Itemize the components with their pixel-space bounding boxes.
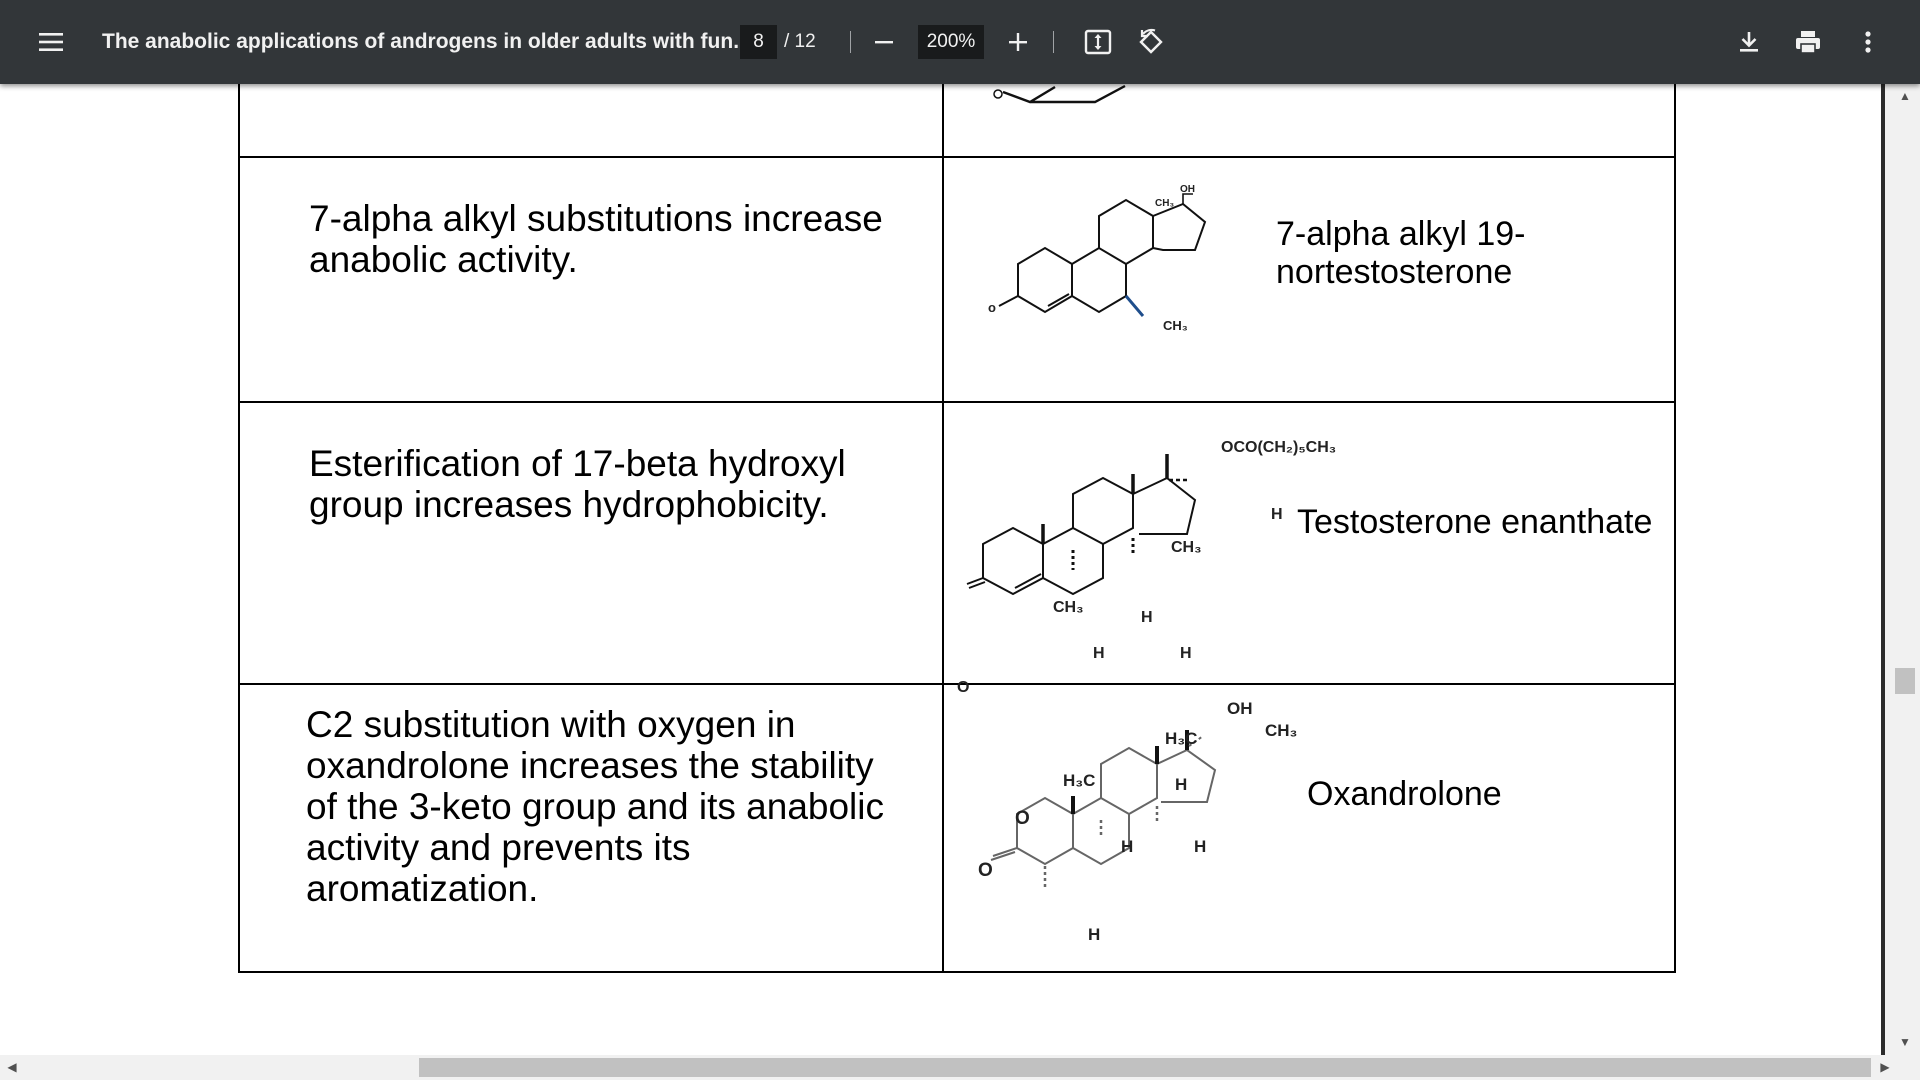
row-3-h-label-3: H (1194, 837, 1206, 856)
page-total: / 12 (784, 31, 816, 52)
row-2-h-label-4: H (1180, 645, 1192, 662)
zoom-input[interactable] (918, 25, 984, 59)
row-1-label: 7-alpha alkyl 19-nortestosterone (1276, 215, 1526, 291)
toolbar-divider (850, 31, 851, 53)
pdf-toolbar: The anabolic applications of androgens i… (0, 0, 1920, 84)
row-2-oxygen: O (957, 679, 969, 696)
row-2-description: Esterification of 17-beta hydroxyl group… (309, 443, 846, 525)
row-3-structure: OH H₃C CH₃ H₃C H H H H O O (978, 699, 1297, 944)
minus-icon (875, 41, 893, 44)
vertical-scroll-thumb[interactable] (1895, 668, 1915, 694)
pdf-page-viewer[interactable]: 7-alpha alkyl substitutions increase ana… (0, 84, 1881, 1055)
row-2-ch3-label: CH₃ (1171, 539, 1202, 556)
row-1-description: 7-alpha alkyl substitutions increase ana… (309, 198, 883, 280)
page-number-input[interactable] (740, 25, 777, 59)
plus-icon (1009, 33, 1027, 51)
document-title: The anabolic applications of androgens i… (102, 30, 751, 53)
row-3-description: C2 substitution with oxygen in oxandrolo… (306, 704, 884, 909)
fit-to-page-button[interactable] (1077, 21, 1119, 63)
menu-icon[interactable] (30, 21, 72, 63)
table-border-left (238, 84, 240, 973)
rotate-button[interactable] (1130, 21, 1172, 63)
row-3-h-label-4: H (1088, 925, 1100, 944)
row-3-label: Oxandrolone (1307, 775, 1502, 813)
row-2-ester-label: OCO(CH₂)₅CH₃ (1221, 439, 1336, 456)
print-icon (1796, 31, 1820, 54)
row-1-oxygen: o (988, 300, 996, 315)
row-3-h-label: H (1175, 775, 1187, 794)
horizontal-scrollbar[interactable]: ◀ ▶ (0, 1055, 1920, 1080)
more-options-button[interactable] (1847, 21, 1889, 63)
partial-structure-previous-row (993, 84, 1126, 104)
zoom-out-button[interactable] (863, 21, 905, 63)
row-3-oh-label: OH (1227, 699, 1253, 718)
row-3-h3c-label: H₃C (1165, 729, 1197, 748)
rotate-icon (1139, 28, 1163, 54)
scrollbar-edge (1881, 84, 1885, 1055)
horizontal-scroll-thumb[interactable] (419, 1058, 1871, 1077)
vertical-scrollbar[interactable]: ▲ ▼ (1881, 84, 1920, 1055)
row-2-ch3-label-2: CH₃ (1053, 599, 1084, 616)
zoom-in-button[interactable] (997, 21, 1039, 63)
row-3-ch3-label: CH₃ (1265, 721, 1297, 740)
row-1-oh-label: OH (1180, 184, 1195, 195)
download-icon (1740, 32, 1758, 52)
print-button[interactable] (1787, 21, 1829, 63)
row-2-h-label-3: H (1093, 645, 1105, 662)
table-border-right (1674, 84, 1676, 973)
row-2-h-label-2: H (1141, 609, 1153, 626)
row-3-h3c-label-2: H₃C (1063, 771, 1095, 790)
more-vertical-icon (1865, 31, 1871, 53)
fit-to-page-icon (1084, 29, 1112, 55)
table-row-divider (238, 401, 1676, 403)
row-1-ch3-substituent: CH₃ (1163, 318, 1188, 333)
row-1-ch3-label: CH₃ (1155, 198, 1174, 209)
row-2-structure: OCO(CH₂)₅CH₃ CH₃ H CH₃ H H H O (957, 439, 1336, 696)
arrow-up-icon[interactable]: ▲ (1895, 86, 1915, 106)
toolbar-divider (1053, 31, 1054, 53)
row-1-structure: OH CH₃ CH₃ o (988, 184, 1207, 333)
arrow-down-icon[interactable]: ▼ (1895, 1032, 1915, 1052)
arrow-left-icon[interactable]: ◀ (2, 1057, 22, 1077)
table-row-divider (238, 156, 1676, 158)
arrow-right-icon[interactable]: ▶ (1875, 1057, 1895, 1077)
table-column-divider (942, 84, 944, 973)
row-2-h-label: H (1271, 506, 1283, 523)
row-3-keto-oxygen: O (978, 860, 993, 881)
row-3-h-label-2: H (1121, 837, 1133, 856)
table-border-bottom (238, 971, 1676, 973)
download-button[interactable] (1728, 21, 1770, 63)
row-3-ring-oxygen: O (1015, 808, 1030, 829)
row-2-label: Testosterone enanthate (1297, 503, 1653, 541)
